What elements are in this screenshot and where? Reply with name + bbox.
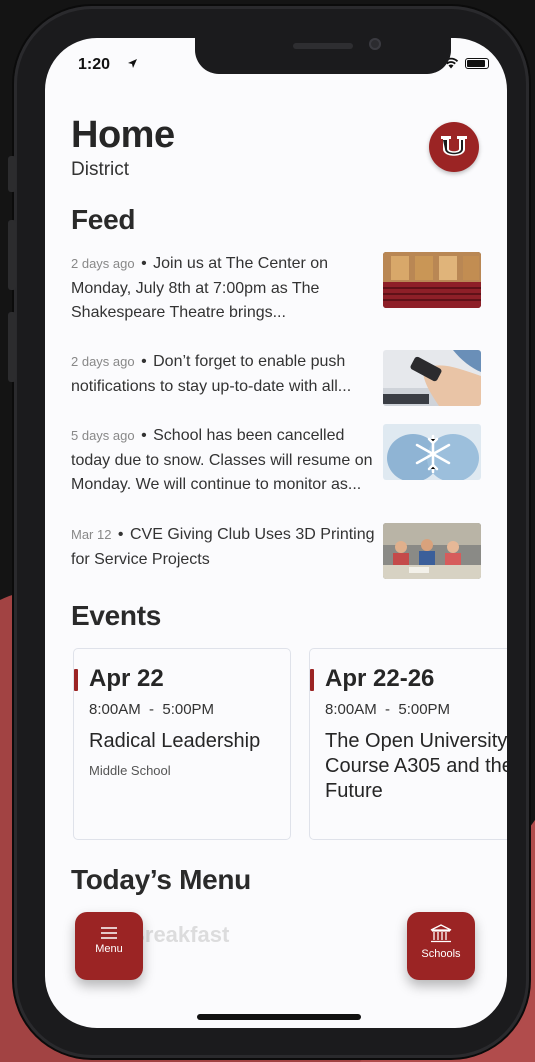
device-notch bbox=[195, 38, 451, 74]
location-arrow-icon bbox=[127, 58, 138, 72]
feed-item-text-block: 2 days ago • Join us at The Center on Mo… bbox=[71, 252, 379, 326]
district-logo-avatar[interactable] bbox=[429, 122, 479, 172]
feed-item-time: 2 days ago bbox=[71, 354, 135, 369]
feed-item-time: Mar 12 bbox=[71, 527, 112, 542]
classroom-thumbnail bbox=[383, 523, 481, 579]
feed-item[interactable]: 5 days ago • School has been cancelled t… bbox=[71, 424, 507, 498]
menu-subtitle: Breakfast bbox=[129, 922, 230, 947]
feed-item-text-block: 5 days ago • School has been cancelled t… bbox=[71, 424, 379, 498]
event-date: Apr 22 bbox=[89, 665, 164, 692]
page-subtitle[interactable]: District bbox=[71, 159, 129, 181]
feed-item-time: 5 days ago bbox=[71, 428, 135, 443]
front-camera bbox=[369, 38, 381, 50]
event-name: Radical Leadership bbox=[89, 730, 261, 752]
volume-up-button bbox=[8, 220, 16, 290]
feed-item[interactable]: 2 days ago • Join us at The Center on Mo… bbox=[71, 252, 507, 326]
feed-item-text-block: 2 days ago • Don’t forget to enable push… bbox=[71, 350, 379, 399]
feed-item-separator: • bbox=[141, 427, 147, 444]
feed-item-separator: • bbox=[141, 353, 147, 370]
theatre-thumbnail bbox=[383, 252, 481, 308]
event-date: Apr 22-26 bbox=[325, 665, 435, 692]
status-time: 1:20 bbox=[78, 56, 111, 73]
phone-in-hand-thumbnail bbox=[383, 350, 481, 406]
menu-button[interactable]: Menu bbox=[75, 912, 143, 980]
hamburger-menu-icon bbox=[101, 927, 117, 939]
events-section-title: Events bbox=[71, 600, 162, 631]
schools-button-label: Schools bbox=[421, 948, 461, 960]
event-location: Middle School bbox=[89, 763, 171, 778]
feed-item[interactable]: 2 days ago • Don’t forget to enable push… bbox=[71, 350, 507, 406]
feed-item[interactable]: Mar 12 • CVE Giving Club Uses 3D Printin… bbox=[71, 523, 507, 579]
volume-down-button bbox=[8, 312, 16, 382]
feed-item-separator: • bbox=[117, 526, 124, 543]
menu-button-label: Menu bbox=[95, 943, 123, 955]
feed-item-time: 2 days ago bbox=[71, 256, 135, 271]
event-accent-bar bbox=[310, 669, 314, 691]
speaker-grille bbox=[293, 43, 353, 49]
event-card[interactable]: Apr 22 8:00AM - 5:00PM Radical Leadershi… bbox=[73, 648, 291, 840]
feed-item-text-block: Mar 12 • CVE Giving Club Uses 3D Printin… bbox=[71, 523, 379, 572]
school-building-icon bbox=[430, 924, 452, 943]
page-title: Home bbox=[71, 114, 175, 156]
event-time: 8:00AM - 5:00PM bbox=[89, 701, 215, 718]
snowflake-mittens-thumbnail bbox=[383, 424, 481, 480]
battery-icon bbox=[465, 57, 489, 69]
event-time: 8:00AM - 5:00PM bbox=[325, 701, 451, 718]
event-accent-bar bbox=[74, 669, 78, 691]
feed-item-text: CVE Giving Club Uses 3D Printing for Ser… bbox=[71, 526, 375, 568]
home-indicator[interactable] bbox=[197, 1014, 361, 1020]
event-name: The Open University’s Course A305 and th… bbox=[325, 730, 507, 802]
u-logo-icon bbox=[441, 136, 467, 156]
event-card[interactable]: Apr 22-26 8:00AM - 5:00PM The Open Unive… bbox=[309, 648, 507, 840]
feed-item-separator: • bbox=[141, 255, 147, 272]
app-screen: 1:20 Home District Feed 2 days ago • Joi… bbox=[45, 38, 507, 1028]
mute-switch bbox=[8, 156, 16, 192]
schools-button[interactable]: Schools bbox=[407, 912, 475, 980]
feed-section-title: Feed bbox=[71, 204, 136, 235]
menu-section-title: Today’s Menu bbox=[71, 864, 251, 895]
